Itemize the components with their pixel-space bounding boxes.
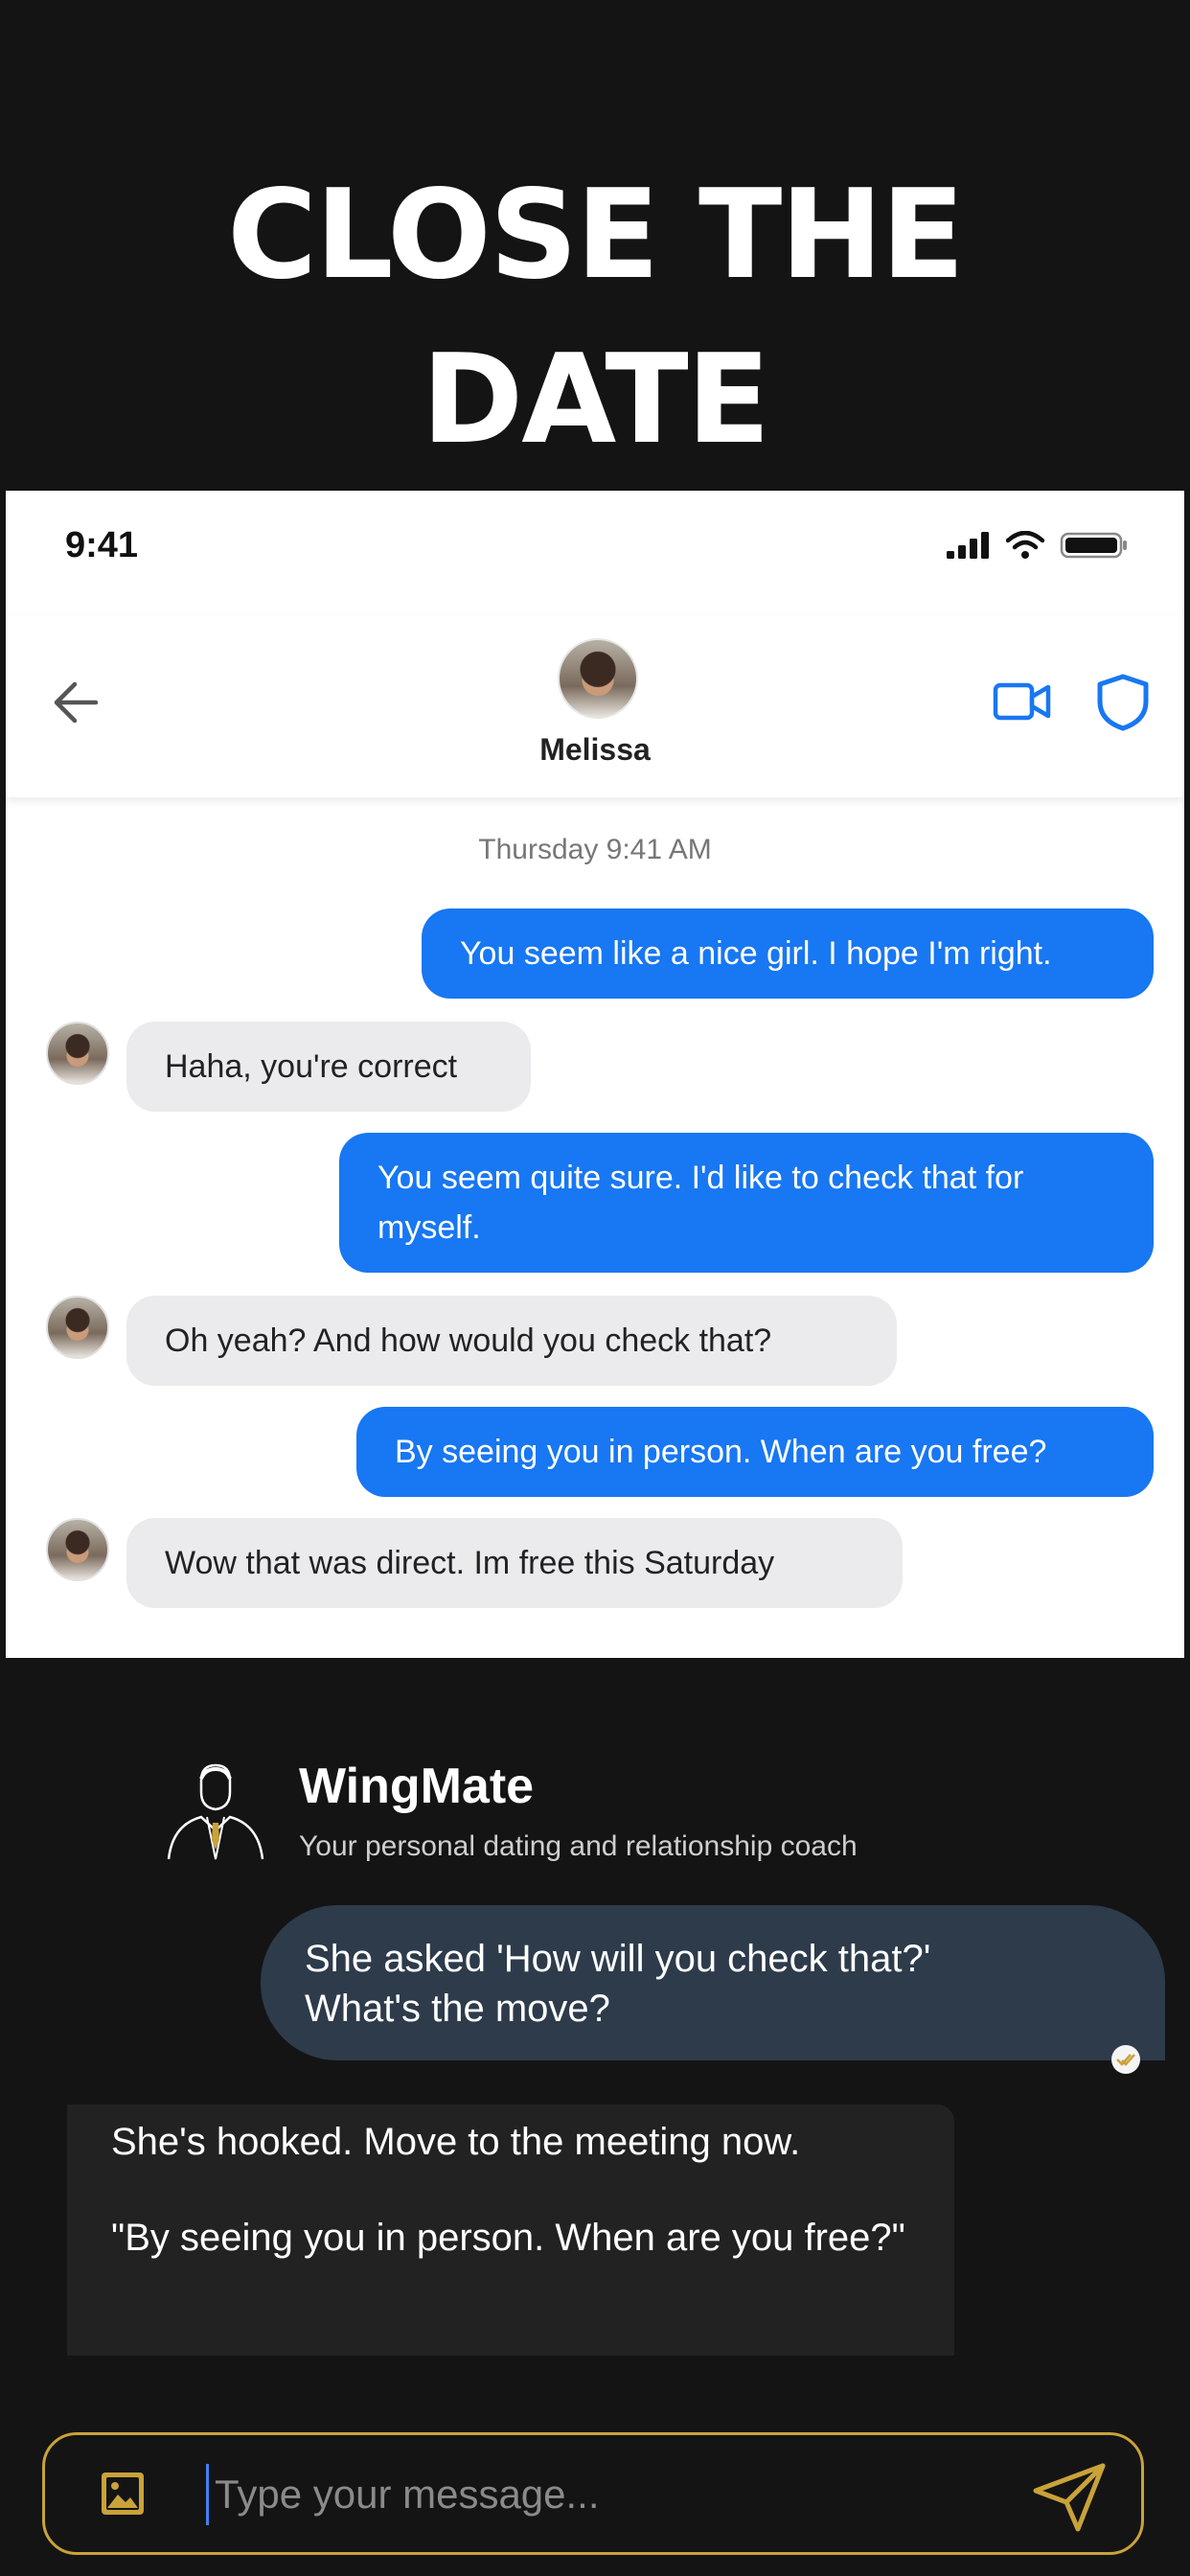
message-text: Wow that was direct. Im free this Saturd… [165, 1545, 775, 1581]
coach-name: WingMate [299, 1759, 535, 1814]
headline-line-2: DATE [421, 329, 770, 472]
message-text-line-2: myself. [378, 1209, 481, 1246]
shield-icon[interactable] [1096, 673, 1150, 732]
send-icon[interactable] [1032, 2462, 1107, 2533]
signal-icon [947, 532, 989, 559]
incoming-message: Wow that was direct. Im free this Saturd… [126, 1518, 903, 1608]
message-text: Haha, you're correct [165, 1048, 458, 1085]
headline: CLOSE THE DATE [0, 153, 1190, 483]
coach-reply: She's hooked. Move to the meeting now. "… [67, 2104, 954, 2356]
outgoing-message: By seeing you in person. When are you fr… [356, 1407, 1154, 1497]
video-call-icon[interactable] [993, 680, 1052, 723]
message-composer [42, 2432, 1144, 2555]
message-text-line-1: You seem quite sure. I'd like to check t… [378, 1160, 1024, 1196]
message-input[interactable] [206, 2464, 1030, 2525]
message-text: By seeing you in person. When are you fr… [395, 1434, 1047, 1470]
contact-avatar[interactable] [558, 638, 638, 719]
user-message-line-1: She asked 'How will you check that?' [305, 1938, 931, 1980]
battery-icon [1060, 532, 1127, 559]
user-message: She asked 'How will you check that?' Wha… [261, 1905, 1165, 2060]
back-arrow-icon[interactable] [52, 680, 100, 724]
outgoing-message: You seem like a nice girl. I hope I'm ri… [422, 908, 1154, 999]
wifi-icon [1006, 531, 1044, 559]
status-bar: 9:41 [6, 491, 1184, 615]
message-text: Oh yeah? And how would you check that? [165, 1322, 772, 1359]
incoming-message: Haha, you're correct [126, 1022, 531, 1112]
contact-avatar-small [46, 1296, 109, 1359]
coach-tagline: Your personal dating and relationship co… [299, 1830, 858, 1862]
read-receipt-icon [1111, 2045, 1140, 2074]
user-message-line-2: What's the move? [305, 1988, 610, 2030]
chat-timestamp: Thursday 9:41 AM [478, 834, 712, 865]
chat-screenshot: 9:41 Melissa Thursday 9:41 AM You seem l… [6, 491, 1184, 1658]
image-icon[interactable] [99, 2470, 147, 2518]
contact-name: Melissa [539, 732, 651, 767]
headline-line-1: CLOSE THE [227, 164, 965, 307]
incoming-message: Oh yeah? And how would you check that? [126, 1296, 897, 1386]
status-icons [947, 531, 1129, 560]
outgoing-message: You seem quite sure. I'd like to check t… [339, 1133, 1154, 1273]
chat-header: Melissa [6, 615, 1184, 797]
status-time: 9:41 [65, 525, 139, 565]
suited-man-icon [167, 1763, 264, 1860]
contact-avatar-small [46, 1518, 109, 1581]
contact-avatar-small [46, 1022, 109, 1085]
message-text: You seem like a nice girl. I hope I'm ri… [460, 935, 1052, 972]
